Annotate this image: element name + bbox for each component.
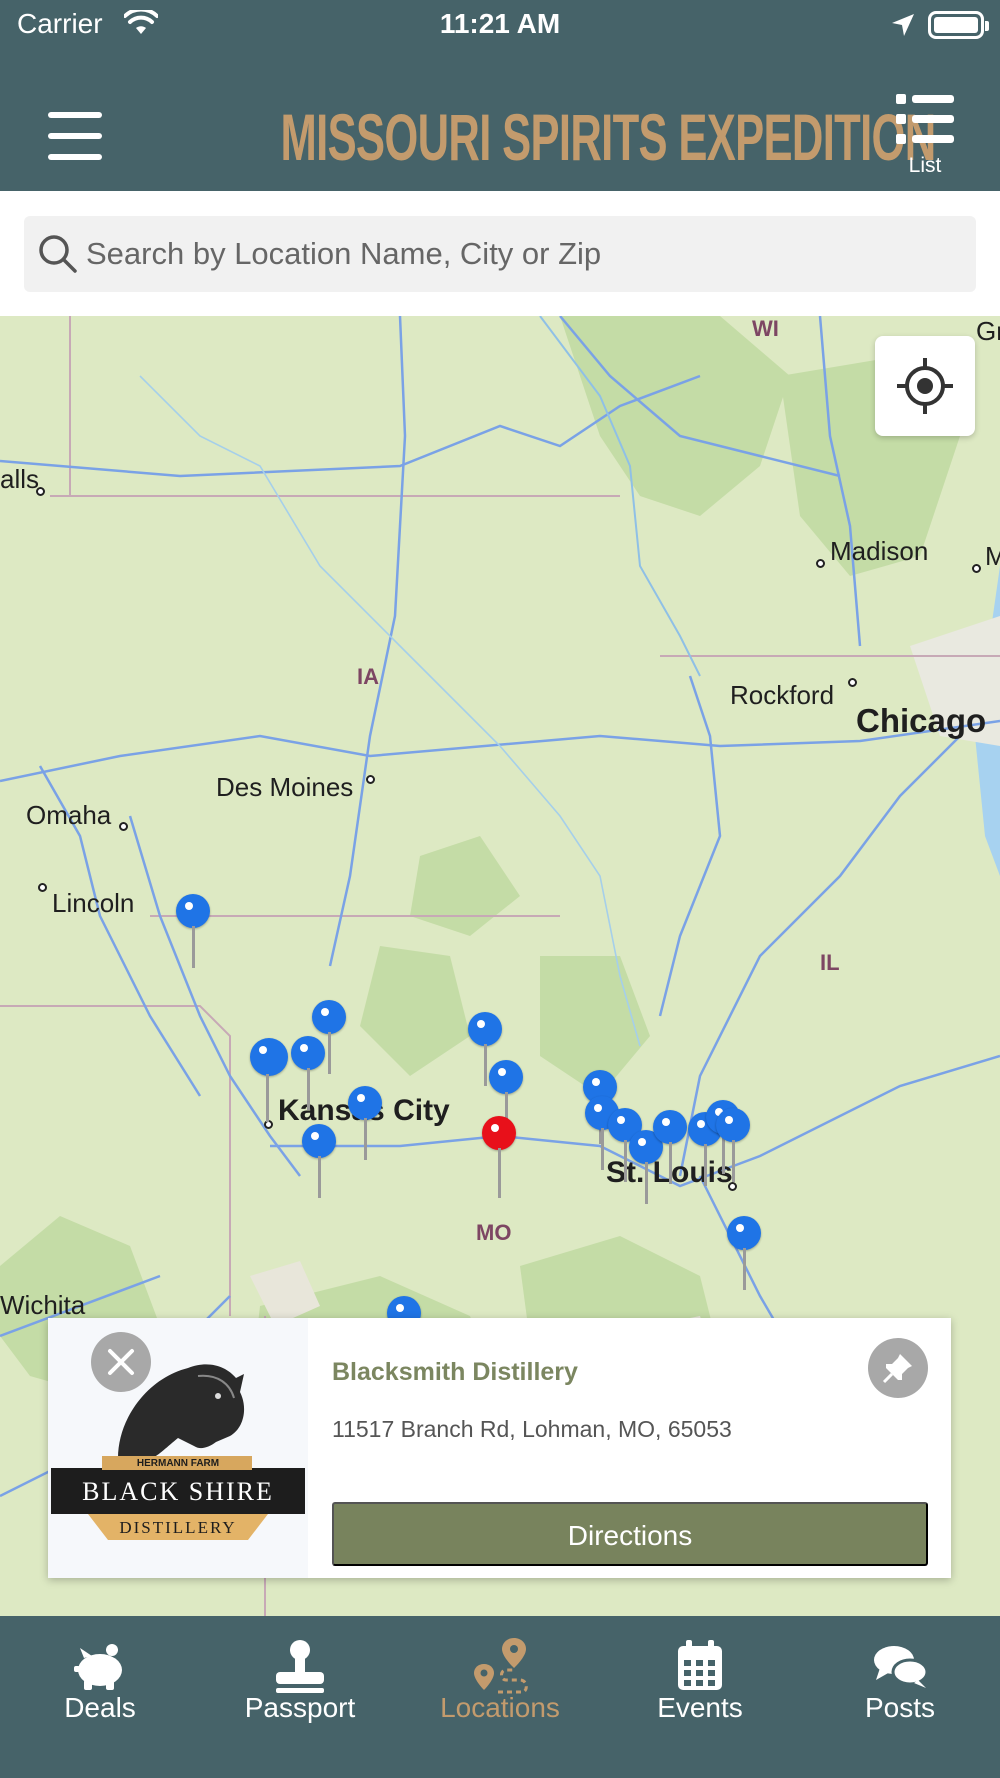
city-marker bbox=[366, 775, 375, 784]
app-header: Carrier 11:21 AM MISSOURI SPIRITS EXPEDI… bbox=[0, 0, 1000, 191]
location-pin[interactable] bbox=[250, 1038, 288, 1128]
map-label-wi: WI bbox=[752, 316, 779, 341]
menu-bar-icon bbox=[48, 133, 102, 139]
search-bar[interactable] bbox=[24, 216, 976, 292]
location-arrow-icon bbox=[892, 14, 914, 36]
close-icon bbox=[108, 1349, 134, 1375]
crosshair-icon bbox=[897, 358, 953, 414]
location-pin[interactable] bbox=[291, 1036, 327, 1126]
search-icon bbox=[39, 235, 77, 273]
menu-bar-icon bbox=[48, 112, 102, 118]
app-title: MISSOURI SPIRITS EXPEDITION bbox=[280, 100, 937, 174]
city-marker bbox=[38, 883, 47, 892]
location-pin[interactable] bbox=[727, 1216, 763, 1306]
directions-button[interactable]: Directions bbox=[332, 1502, 928, 1566]
tab-label: Events bbox=[657, 1692, 743, 1723]
map-label-ia: IA bbox=[357, 664, 379, 689]
tab-label: Locations bbox=[440, 1692, 560, 1723]
location-pin[interactable] bbox=[302, 1124, 338, 1214]
menu-button[interactable] bbox=[48, 112, 102, 160]
city-marker bbox=[119, 822, 128, 831]
map-label-falls: alls bbox=[0, 464, 40, 494]
logo-main-text: BLACK SHIRE bbox=[82, 1477, 274, 1506]
tab-locations[interactable]: Locations bbox=[400, 1616, 600, 1778]
selected-location-pin[interactable] bbox=[482, 1116, 518, 1206]
my-location-button[interactable] bbox=[875, 336, 975, 436]
status-time: 11:21 AM bbox=[439, 8, 561, 39]
pushpin-icon bbox=[882, 1354, 912, 1384]
search-section bbox=[0, 191, 1000, 316]
location-pin[interactable] bbox=[716, 1108, 752, 1198]
logo-top-text: HERMANN FARM bbox=[137, 1458, 219, 1469]
tab-label: Passport bbox=[244, 1692, 356, 1723]
map-label-lincoln: Lincoln bbox=[52, 888, 135, 918]
map-label-omaha: Omaha bbox=[26, 800, 112, 830]
list-view-button[interactable]: List bbox=[892, 92, 958, 182]
city-marker bbox=[972, 564, 981, 573]
tab-label: Deals bbox=[64, 1692, 136, 1723]
map-label-il: IL bbox=[820, 950, 840, 975]
menu-bar-icon bbox=[48, 154, 102, 160]
tab-posts[interactable]: Posts bbox=[800, 1616, 1000, 1778]
calendar-icon bbox=[678, 1640, 722, 1690]
horse-logo-icon: HERMANN FARM BLACK SHIRE DISTILLERY bbox=[51, 1364, 305, 1540]
distillery-logo: HERMANN FARM BLACK SHIRE DISTILLERY bbox=[48, 1318, 308, 1578]
piggy-bank-icon bbox=[74, 1644, 122, 1690]
status-bar: Carrier 11:21 AM bbox=[0, 0, 1000, 52]
list-icon bbox=[896, 94, 954, 144]
map-route-icon bbox=[474, 1638, 528, 1694]
location-name: Blacksmith Distillery bbox=[332, 1358, 578, 1386]
pin-location-button[interactable] bbox=[868, 1338, 928, 1398]
map-label-chicago: Chicago bbox=[856, 702, 987, 739]
search-input[interactable] bbox=[86, 216, 956, 292]
map-label-wichita: Wichita bbox=[0, 1290, 86, 1320]
map-label-m: M bbox=[985, 541, 1000, 571]
stamp-icon bbox=[276, 1640, 324, 1693]
map-label-madison: Madison bbox=[830, 536, 929, 566]
bottom-tab-bar: Deals Passport Locations Events Posts bbox=[0, 1616, 1000, 1778]
logo-bottom-text: DISTILLERY bbox=[119, 1518, 236, 1537]
battery-icon bbox=[928, 11, 989, 39]
tab-events[interactable]: Events bbox=[600, 1616, 800, 1778]
location-card: HERMANN FARM BLACK SHIRE DISTILLERY Blac… bbox=[48, 1318, 951, 1578]
location-address: 11517 Branch Rd, Lohman, MO, 65053 bbox=[332, 1416, 732, 1442]
map-label-mo: MO bbox=[476, 1220, 512, 1245]
list-label: List bbox=[908, 154, 942, 177]
city-marker bbox=[848, 678, 857, 687]
location-pin[interactable] bbox=[348, 1086, 384, 1176]
chat-bubbles-icon bbox=[874, 1646, 929, 1688]
map-label-gr: Gr bbox=[976, 316, 1000, 346]
tab-label: Posts bbox=[864, 1692, 936, 1723]
city-marker bbox=[816, 559, 825, 568]
map-label-rockford: Rockford bbox=[730, 680, 835, 710]
location-pin[interactable] bbox=[653, 1110, 689, 1200]
tab-passport[interactable]: Passport bbox=[200, 1616, 400, 1778]
close-card-button[interactable] bbox=[91, 1332, 151, 1392]
map-label-des-moines: Des Moines bbox=[216, 772, 354, 802]
location-pin[interactable] bbox=[176, 894, 212, 984]
tab-deals[interactable]: Deals bbox=[0, 1616, 200, 1778]
